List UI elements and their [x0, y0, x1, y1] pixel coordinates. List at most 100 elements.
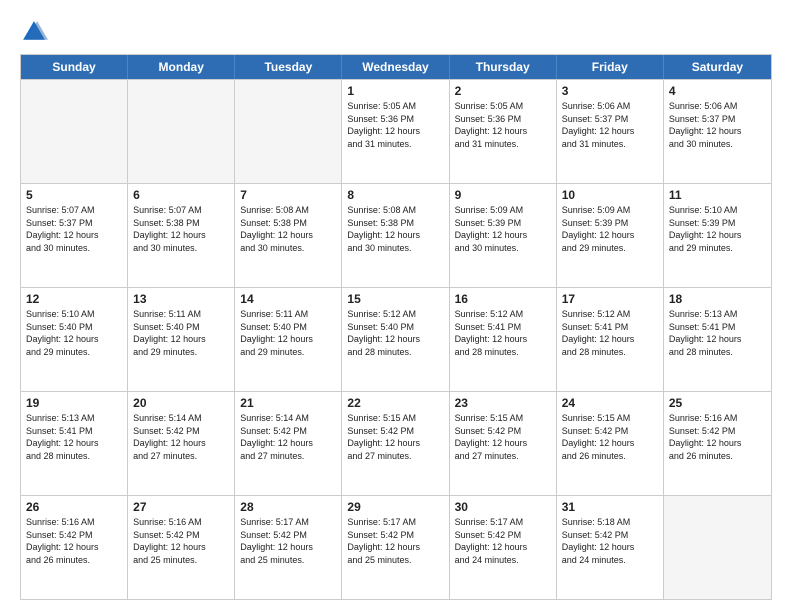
cell-info-line: Sunset: 5:42 PM [240, 425, 336, 438]
cell-info-line: Sunset: 5:38 PM [133, 217, 229, 230]
cell-info-line: Sunset: 5:42 PM [133, 529, 229, 542]
header-cell-saturday: Saturday [664, 55, 771, 79]
cell-info-line: Daylight: 12 hours [26, 437, 122, 450]
cell-info-line: and 27 minutes. [455, 450, 551, 463]
cell-info-line: Daylight: 12 hours [347, 437, 443, 450]
cell-info-line: Sunset: 5:42 PM [455, 529, 551, 542]
header [20, 18, 772, 46]
cal-cell: 31Sunrise: 5:18 AMSunset: 5:42 PMDayligh… [557, 496, 664, 599]
cell-info-line: Daylight: 12 hours [240, 333, 336, 346]
week-row-5: 26Sunrise: 5:16 AMSunset: 5:42 PMDayligh… [21, 495, 771, 599]
header-cell-tuesday: Tuesday [235, 55, 342, 79]
cell-info-line: and 27 minutes. [240, 450, 336, 463]
day-number: 2 [455, 83, 551, 99]
day-number: 3 [562, 83, 658, 99]
day-number: 28 [240, 499, 336, 515]
cell-info-line: and 28 minutes. [347, 346, 443, 359]
cell-info-line: Sunset: 5:41 PM [562, 321, 658, 334]
cell-info-line: Sunset: 5:42 PM [240, 529, 336, 542]
cal-cell: 15Sunrise: 5:12 AMSunset: 5:40 PMDayligh… [342, 288, 449, 391]
cal-cell: 10Sunrise: 5:09 AMSunset: 5:39 PMDayligh… [557, 184, 664, 287]
cell-info-line: and 28 minutes. [455, 346, 551, 359]
cell-info-line: Daylight: 12 hours [669, 125, 766, 138]
cal-cell: 28Sunrise: 5:17 AMSunset: 5:42 PMDayligh… [235, 496, 342, 599]
day-number: 17 [562, 291, 658, 307]
day-number: 24 [562, 395, 658, 411]
cal-cell: 2Sunrise: 5:05 AMSunset: 5:36 PMDaylight… [450, 80, 557, 183]
cell-info-line: Sunrise: 5:11 AM [133, 308, 229, 321]
day-number: 4 [669, 83, 766, 99]
cell-info-line: Daylight: 12 hours [26, 229, 122, 242]
cell-info-line: Sunrise: 5:15 AM [347, 412, 443, 425]
cell-info-line: Sunrise: 5:17 AM [455, 516, 551, 529]
cell-info-line: Daylight: 12 hours [455, 541, 551, 554]
day-number: 21 [240, 395, 336, 411]
cell-info-line: Sunrise: 5:06 AM [669, 100, 766, 113]
day-number: 5 [26, 187, 122, 203]
cal-cell: 6Sunrise: 5:07 AMSunset: 5:38 PMDaylight… [128, 184, 235, 287]
cell-info-line: Sunset: 5:42 PM [455, 425, 551, 438]
week-row-2: 5Sunrise: 5:07 AMSunset: 5:37 PMDaylight… [21, 183, 771, 287]
cell-info-line: Daylight: 12 hours [455, 125, 551, 138]
cal-cell: 14Sunrise: 5:11 AMSunset: 5:40 PMDayligh… [235, 288, 342, 391]
cal-cell: 22Sunrise: 5:15 AMSunset: 5:42 PMDayligh… [342, 392, 449, 495]
logo [20, 18, 52, 46]
cal-cell: 13Sunrise: 5:11 AMSunset: 5:40 PMDayligh… [128, 288, 235, 391]
cell-info-line: Sunrise: 5:09 AM [455, 204, 551, 217]
cell-info-line: Daylight: 12 hours [562, 229, 658, 242]
day-number: 13 [133, 291, 229, 307]
cal-cell: 8Sunrise: 5:08 AMSunset: 5:38 PMDaylight… [342, 184, 449, 287]
cell-info-line: Daylight: 12 hours [26, 541, 122, 554]
cell-info-line: Sunset: 5:42 PM [347, 529, 443, 542]
cell-info-line: Sunrise: 5:10 AM [669, 204, 766, 217]
cell-info-line: Daylight: 12 hours [562, 541, 658, 554]
cell-info-line: Sunset: 5:42 PM [562, 425, 658, 438]
cal-cell: 3Sunrise: 5:06 AMSunset: 5:37 PMDaylight… [557, 80, 664, 183]
cell-info-line: Daylight: 12 hours [133, 333, 229, 346]
cell-info-line: and 30 minutes. [26, 242, 122, 255]
cell-info-line: and 30 minutes. [240, 242, 336, 255]
cell-info-line: Sunrise: 5:17 AM [240, 516, 336, 529]
cell-info-line: Sunrise: 5:08 AM [240, 204, 336, 217]
cell-info-line: and 25 minutes. [347, 554, 443, 567]
cal-cell [235, 80, 342, 183]
cell-info-line: Sunrise: 5:12 AM [347, 308, 443, 321]
cell-info-line: and 25 minutes. [133, 554, 229, 567]
cell-info-line: and 30 minutes. [347, 242, 443, 255]
header-cell-monday: Monday [128, 55, 235, 79]
cell-info-line: Sunrise: 5:16 AM [133, 516, 229, 529]
cal-cell [21, 80, 128, 183]
day-number: 19 [26, 395, 122, 411]
cell-info-line: Sunset: 5:37 PM [669, 113, 766, 126]
cell-info-line: Daylight: 12 hours [347, 541, 443, 554]
cell-info-line: Sunrise: 5:11 AM [240, 308, 336, 321]
cell-info-line: and 26 minutes. [26, 554, 122, 567]
cell-info-line: Sunset: 5:42 PM [562, 529, 658, 542]
cal-cell: 23Sunrise: 5:15 AMSunset: 5:42 PMDayligh… [450, 392, 557, 495]
cell-info-line: Sunset: 5:39 PM [669, 217, 766, 230]
cell-info-line: Daylight: 12 hours [669, 229, 766, 242]
cell-info-line: Daylight: 12 hours [455, 333, 551, 346]
day-number: 9 [455, 187, 551, 203]
day-number: 20 [133, 395, 229, 411]
cell-info-line: Sunrise: 5:13 AM [669, 308, 766, 321]
calendar: SundayMondayTuesdayWednesdayThursdayFrid… [20, 54, 772, 600]
cell-info-line: Sunrise: 5:09 AM [562, 204, 658, 217]
cell-info-line: Sunrise: 5:13 AM [26, 412, 122, 425]
cell-info-line: Sunset: 5:39 PM [455, 217, 551, 230]
cell-info-line: Daylight: 12 hours [562, 125, 658, 138]
cell-info-line: Sunrise: 5:10 AM [26, 308, 122, 321]
day-number: 25 [669, 395, 766, 411]
day-number: 11 [669, 187, 766, 203]
day-number: 15 [347, 291, 443, 307]
cell-info-line: Daylight: 12 hours [455, 229, 551, 242]
cal-cell: 4Sunrise: 5:06 AMSunset: 5:37 PMDaylight… [664, 80, 771, 183]
cell-info-line: Sunrise: 5:07 AM [133, 204, 229, 217]
cell-info-line: and 29 minutes. [240, 346, 336, 359]
cell-info-line: and 30 minutes. [669, 138, 766, 151]
cell-info-line: Daylight: 12 hours [347, 125, 443, 138]
cell-info-line: Sunrise: 5:15 AM [562, 412, 658, 425]
cal-cell: 30Sunrise: 5:17 AMSunset: 5:42 PMDayligh… [450, 496, 557, 599]
cell-info-line: Sunrise: 5:06 AM [562, 100, 658, 113]
cell-info-line: Daylight: 12 hours [669, 437, 766, 450]
